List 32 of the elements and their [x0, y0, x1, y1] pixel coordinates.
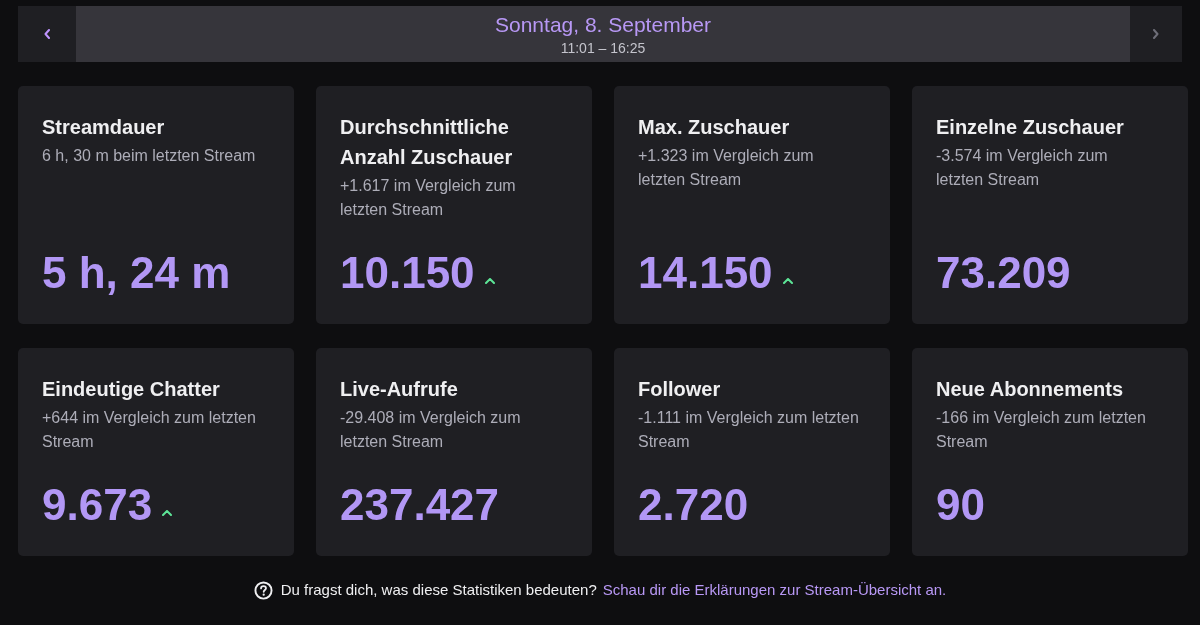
help-text: Du fragst dich, was diese Statistiken bedeuten? [280, 580, 597, 600]
comparison-text: +1.323 im Vergleich zum letzten Stream [638, 146, 815, 190]
stat-value: 90 [936, 482, 985, 528]
stat-title: Streamdauer [42, 115, 166, 140]
stat-title: Max. Zuschauer [638, 115, 791, 140]
stat-title: Neue Abonnements [936, 377, 1125, 402]
stat-value: 2.720 [638, 482, 749, 528]
previous-day-button[interactable] [18, 6, 76, 62]
stat-title: Live-Aufrufe [340, 377, 459, 402]
stat-value: 5 h, 24 m [42, 250, 231, 296]
stat-value: 10.150 [340, 250, 475, 296]
comparison-text: +644 im Vergleich zum letzten Stream [42, 408, 257, 452]
stat-value: 73.209 [936, 250, 1071, 296]
comparison-text: +1.617 im Vergleich zum letzten Stream [340, 176, 517, 220]
comparison-text: 6 h, 30 m beim letzten Stream [42, 146, 257, 166]
comparison-text: -29.408 im Vergleich zum letzten Stream [340, 408, 522, 452]
stat-title: Eindeutige Chatter [42, 377, 221, 402]
comparison-text: -1.111 im Vergleich zum letzten Stream [638, 408, 860, 452]
chevron-right-icon [1153, 29, 1159, 39]
stat-value: 14.150 [638, 250, 773, 296]
help-icon [253, 580, 273, 600]
comparison-text: -3.574 im Vergleich zum letzten Stream [936, 146, 1109, 190]
stream-time-range: 11:01 – 16:25 [560, 38, 646, 57]
chevron-left-icon [44, 29, 50, 39]
stream-date: Sonntag, 8. September [495, 11, 711, 38]
stat-value: 9.673 [42, 482, 153, 528]
comparison-text: -166 im Vergleich zum letzten Stream [936, 408, 1147, 452]
stat-title: Einzelne Zuschauer [936, 115, 1125, 140]
stat-title: Follower [638, 377, 722, 402]
stat-value: 237.427 [340, 482, 500, 528]
explanation-link[interactable]: Schau dir die Erklärungen zur Stream-Übersicht an. [602, 580, 947, 600]
stat-title: Durchschnittliche Anzahl Zuschauer [340, 115, 514, 170]
